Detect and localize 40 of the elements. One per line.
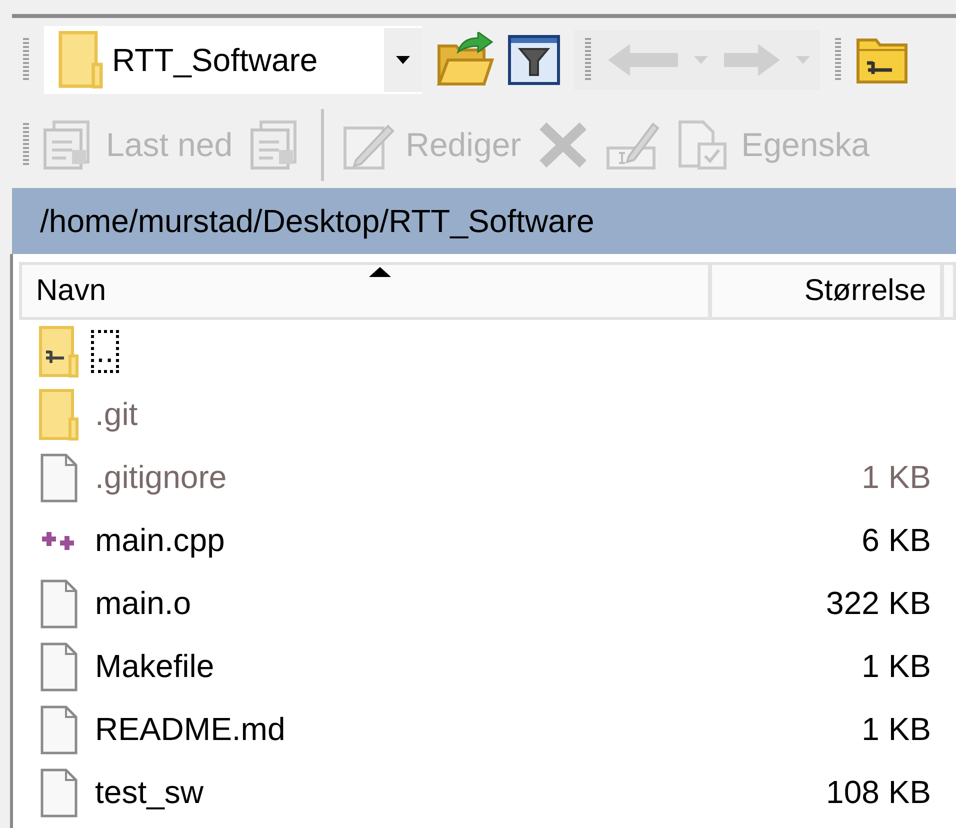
- column-header[interactable]: Størrelse: [712, 265, 944, 317]
- file-name[interactable]: test_sw: [91, 772, 208, 813]
- file-icon: [40, 642, 78, 692]
- toolbar-grip[interactable]: [584, 38, 592, 82]
- file-icon: [40, 704, 78, 754]
- file-name[interactable]: README.md: [91, 709, 290, 750]
- delete-icon: [537, 120, 590, 170]
- file-size: 1 KB: [860, 648, 931, 685]
- parent-folder-icon: [39, 326, 79, 378]
- file-icon: [40, 452, 78, 502]
- location-dropdown[interactable]: RTT_Software: [44, 26, 422, 94]
- file-size: 322 KB: [825, 585, 931, 622]
- caret-icon[interactable]: [796, 56, 810, 64]
- file-size: 1 KB: [860, 459, 931, 496]
- file-icon: [40, 768, 78, 818]
- rename-icon: [605, 120, 662, 170]
- filter-button[interactable]: [508, 35, 560, 85]
- caret-icon: [396, 56, 410, 64]
- file-name[interactable]: .git: [91, 394, 142, 435]
- toolbar-grip[interactable]: [22, 123, 30, 167]
- path-text: /home/murstad/Desktop/RTT_Software: [40, 202, 594, 240]
- parent-folder-icon[interactable]: [856, 36, 908, 84]
- toolbar-grip[interactable]: [22, 38, 30, 82]
- file-size: 6 KB: [860, 522, 931, 559]
- sort-arrow-icon: [369, 267, 391, 277]
- caret-icon[interactable]: [694, 56, 708, 64]
- file-name[interactable]: ..: [91, 330, 119, 373]
- file-size: 1 KB: [860, 711, 931, 748]
- file-name[interactable]: .gitignore: [91, 457, 231, 498]
- toolbar-grip[interactable]: [834, 38, 842, 82]
- file-icon: [40, 578, 78, 628]
- column-header[interactable]: Navn: [22, 265, 712, 317]
- file-name[interactable]: Makefile: [91, 646, 218, 687]
- dropdown-button[interactable]: [384, 28, 422, 92]
- file-size: 108 KB: [825, 774, 931, 811]
- file-name[interactable]: main.o: [91, 583, 196, 624]
- file-name[interactable]: main.cpp: [91, 520, 229, 561]
- folder-icon: [39, 388, 79, 440]
- open-folder-icon[interactable]: [436, 32, 494, 88]
- folder-icon: [58, 31, 104, 89]
